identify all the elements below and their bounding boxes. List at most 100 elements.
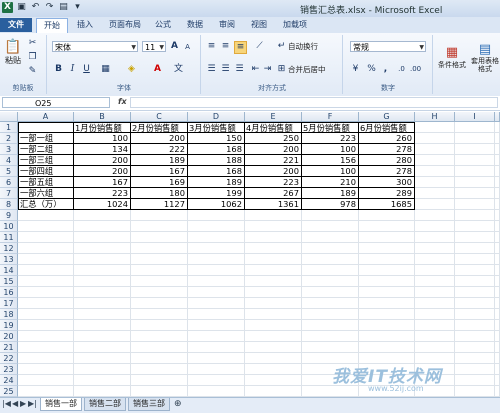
column-header[interactable]: E	[245, 112, 302, 122]
align-center-icon[interactable]: ☰	[220, 64, 231, 75]
grid-cell[interactable]	[495, 210, 500, 221]
number-format-select[interactable]: 常规 ▼	[350, 41, 426, 52]
tab-view[interactable]: 视图	[246, 18, 272, 32]
column-header[interactable]: A	[18, 112, 74, 122]
grid-cell[interactable]	[415, 155, 455, 166]
grid-cell[interactable]	[188, 254, 245, 265]
grid-cell[interactable]	[18, 254, 74, 265]
grid-cell[interactable]	[415, 331, 455, 342]
sheet-tab-2[interactable]: 销售二部	[84, 398, 126, 411]
table-cell[interactable]: 168	[188, 166, 245, 177]
table-cell[interactable]: 180	[131, 188, 188, 199]
row-header[interactable]: 14	[0, 265, 18, 276]
grid-cell[interactable]	[188, 232, 245, 243]
table-cell[interactable]: 167	[74, 177, 131, 188]
grid-cell[interactable]	[455, 199, 495, 210]
grid-cell[interactable]	[18, 353, 74, 364]
grid-cell[interactable]	[455, 364, 495, 375]
grid-cell[interactable]	[245, 353, 302, 364]
grid-cell[interactable]	[359, 243, 415, 254]
table-cell[interactable]: 210	[302, 177, 359, 188]
format-painter-icon[interactable]: ✎	[27, 66, 38, 77]
merge-center-button[interactable]: 合并后居中	[288, 64, 326, 75]
table-cell[interactable]: 156	[302, 155, 359, 166]
table-cell[interactable]: 一部五组	[18, 177, 74, 188]
grid-cell[interactable]	[415, 133, 455, 144]
align-top-icon[interactable]: ≡	[206, 41, 217, 52]
grid-cell[interactable]	[18, 375, 74, 386]
table-cell[interactable]: 278	[359, 144, 415, 155]
table-cell[interactable]: 189	[131, 155, 188, 166]
grid-cell[interactable]	[245, 309, 302, 320]
grid-cell[interactable]	[495, 133, 500, 144]
tab-formulas[interactable]: 公式	[150, 18, 176, 32]
merge-center-icon[interactable]: ⊞	[276, 64, 287, 75]
grid-cell[interactable]	[131, 210, 188, 221]
conditional-format-button[interactable]: ▦ 条件格式	[436, 37, 468, 77]
grid-cell[interactable]	[18, 265, 74, 276]
tab-page-layout[interactable]: 页面布局	[104, 18, 146, 32]
wrap-text-button[interactable]: 自动换行	[288, 41, 318, 52]
tab-insert[interactable]: 插入	[70, 18, 100, 32]
grid-cell[interactable]	[415, 254, 455, 265]
table-cell[interactable]: 188	[188, 155, 245, 166]
font-color-icon[interactable]: A	[152, 64, 163, 75]
grid-cell[interactable]	[131, 276, 188, 287]
column-header[interactable]: I	[455, 112, 495, 122]
grid-cell[interactable]	[131, 386, 188, 397]
grid-cell[interactable]	[188, 243, 245, 254]
grid-cell[interactable]	[359, 232, 415, 243]
grid-cell[interactable]	[18, 320, 74, 331]
table-cell[interactable]: 300	[359, 177, 415, 188]
grid-cell[interactable]	[74, 320, 131, 331]
table-header-cell[interactable]: 1月份销售额	[74, 122, 131, 133]
grid-cell[interactable]	[188, 375, 245, 386]
phonetic-icon[interactable]: 文	[173, 64, 184, 75]
table-header-cell[interactable]	[18, 122, 74, 133]
grow-font-button[interactable]: A	[169, 41, 180, 52]
grid-cell[interactable]	[455, 342, 495, 353]
table-cell[interactable]: 汇总（万）	[18, 199, 74, 210]
grid-cell[interactable]	[455, 320, 495, 331]
grid-cell[interactable]	[455, 375, 495, 386]
cut-icon[interactable]: ✂	[27, 38, 38, 49]
grid-cell[interactable]	[302, 254, 359, 265]
row-header[interactable]: 10	[0, 221, 18, 232]
table-cell[interactable]: 200	[245, 144, 302, 155]
sheet-nav-next-icon[interactable]: ▶	[20, 399, 26, 408]
grid-cell[interactable]	[359, 276, 415, 287]
column-header[interactable]: G	[359, 112, 415, 122]
grid-cell[interactable]	[415, 144, 455, 155]
sheet-nav-prev-icon[interactable]: ◀	[12, 399, 18, 408]
grid-cell[interactable]	[455, 122, 495, 133]
table-cell[interactable]: 1361	[245, 199, 302, 210]
grid-cell[interactable]	[302, 221, 359, 232]
row-header[interactable]: 11	[0, 232, 18, 243]
table-cell[interactable]: 1127	[131, 199, 188, 210]
grid-cell[interactable]	[131, 254, 188, 265]
table-cell[interactable]: 278	[359, 166, 415, 177]
table-cell[interactable]: 200	[131, 133, 188, 144]
align-left-icon[interactable]: ☰	[206, 64, 217, 75]
copy-icon[interactable]: ❐	[27, 52, 38, 63]
row-header[interactable]: 7	[0, 188, 18, 199]
grid-cell[interactable]	[18, 342, 74, 353]
table-cell[interactable]: 100	[302, 144, 359, 155]
grid-cell[interactable]	[495, 298, 500, 309]
grid-cell[interactable]	[495, 122, 500, 133]
row-header[interactable]: 23	[0, 364, 18, 375]
table-cell[interactable]: 134	[74, 144, 131, 155]
comma-button[interactable]: ,	[380, 64, 391, 75]
grid-cell[interactable]	[188, 331, 245, 342]
grid-cell[interactable]	[359, 265, 415, 276]
table-cell[interactable]: 167	[131, 166, 188, 177]
grid-cell[interactable]	[495, 177, 500, 188]
row-header[interactable]: 2	[0, 133, 18, 144]
grid-cell[interactable]	[302, 287, 359, 298]
wrap-text-icon[interactable]: ↵	[276, 41, 287, 52]
grid-cell[interactable]	[455, 298, 495, 309]
grid-cell[interactable]	[359, 309, 415, 320]
grid-cell[interactable]	[131, 342, 188, 353]
grid-cell[interactable]	[302, 265, 359, 276]
grid-cell[interactable]	[495, 276, 500, 287]
